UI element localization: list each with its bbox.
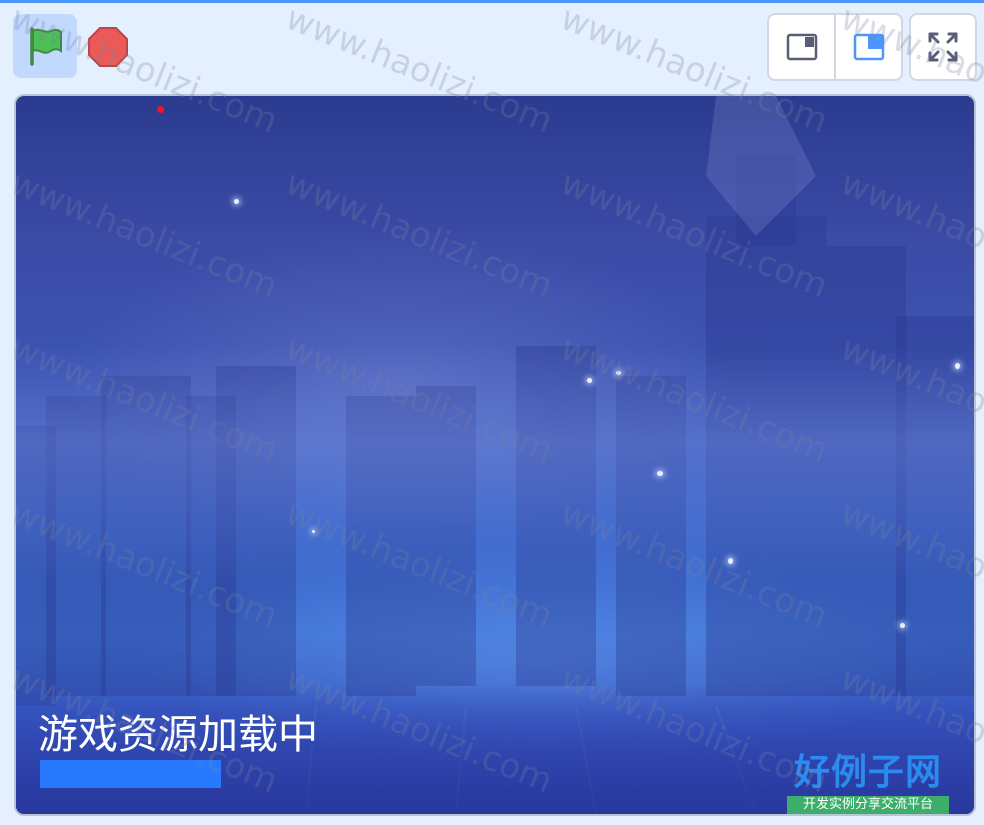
green-flag-button[interactable] [13,14,77,78]
small-stage-button[interactable] [769,15,834,79]
stop-button[interactable] [84,23,132,71]
sparkle [728,558,733,564]
sparkle [955,363,960,369]
stage-canvas[interactable]: 游戏资源加载中 好例子网 开发实例分享交流平台 [14,94,976,816]
logo-subtitle: 开发实例分享交流平台 [787,796,949,814]
stage-layout-toggle [767,13,903,81]
normal-stage-icon [853,33,884,61]
sparkle [587,378,592,383]
normal-stage-button[interactable] [834,15,901,79]
sparkle [900,623,905,628]
fullscreen-icon [928,32,958,62]
fog-layer [16,346,974,586]
stop-sign-icon [88,27,128,67]
loading-text: 游戏资源加载中 [38,712,318,758]
logo-title: 好例子网 [793,751,942,793]
small-stage-icon [786,33,817,61]
red-dot-marker [157,106,164,113]
sparkle [234,199,239,204]
green-flag-icon [30,27,62,66]
fullscreen-button[interactable] [909,13,977,81]
sparkle [616,371,621,375]
stage-toolbar [0,3,984,91]
sparkle [312,530,315,533]
haolizi-logo: 好例子网 开发实例分享交流平台 [787,750,949,814]
loading-progress-fill [40,760,221,788]
loading-progress-bar [40,760,230,788]
sparkle [657,471,663,476]
